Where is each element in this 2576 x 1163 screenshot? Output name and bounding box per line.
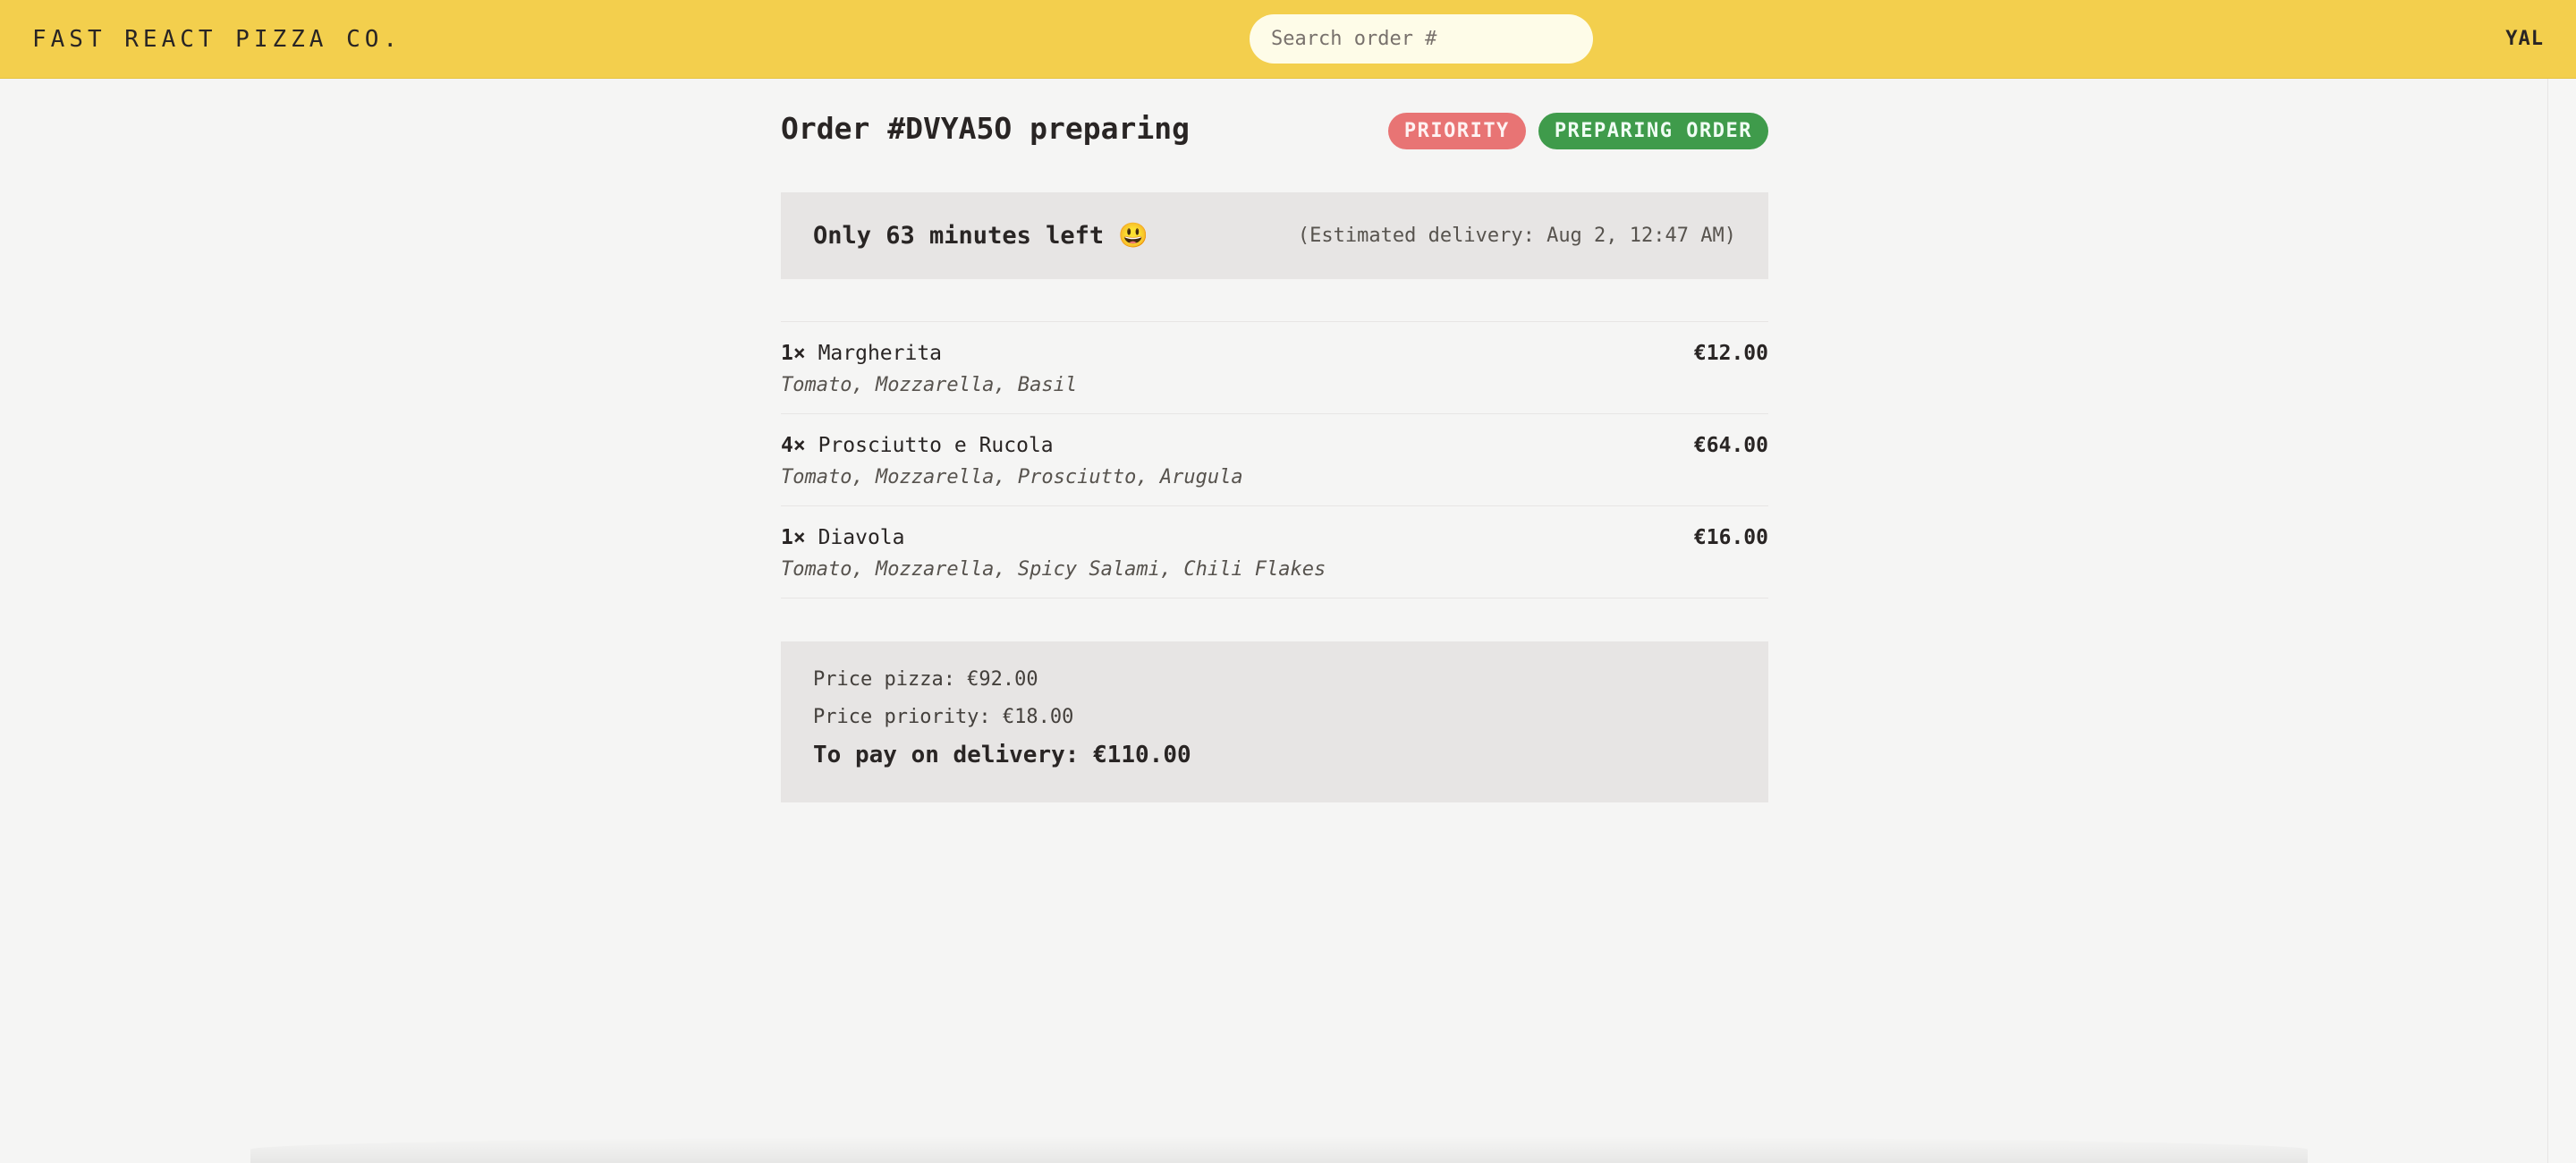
search-order-input[interactable]	[1250, 14, 1593, 64]
order-items-list: 1× Margherita €12.00 Tomato, Mozzarella,…	[781, 321, 1768, 598]
priority-badge: PRIORITY	[1387, 113, 1526, 149]
username: YAL	[2505, 28, 2544, 50]
item-quantity: 1×	[781, 342, 806, 365]
item-price: €64.00	[1693, 434, 1768, 457]
price-summary-panel: Price pizza: €92.00 Price priority: €18.…	[781, 641, 1768, 802]
status-badge: PREPARING ORDER	[1538, 113, 1768, 149]
app-logo-link[interactable]: FAST REACT PIZZA CO.	[32, 0, 402, 79]
price-pizza: Price pizza: €92.00	[813, 668, 1038, 691]
total-to-pay: To pay on delivery: €110.00	[813, 742, 1191, 768]
delivery-eta-panel: Only 63 minutes left 😃 (Estimated delive…	[781, 192, 1768, 279]
minutes-left-text: Only 63 minutes left 😃	[813, 222, 1148, 250]
app-header: FAST REACT PIZZA CO. YAL	[0, 0, 2576, 79]
bottom-shadow	[250, 1136, 2308, 1163]
order-badges: PRIORITY PREPARING ORDER	[1387, 113, 1768, 149]
estimated-delivery-text: (Estimated delivery: Aug 2, 12:47 AM)	[1297, 225, 1736, 247]
item-quantity: 4×	[781, 434, 806, 457]
item-ingredients: Tomato, Mozzarella, Spicy Salami, Chili …	[781, 558, 1326, 581]
item-name: Margherita	[818, 342, 943, 365]
item-price: €16.00	[1693, 526, 1768, 549]
order-item: 1× Diavola €16.00 Tomato, Mozzarella, Sp…	[781, 506, 1768, 598]
item-quantity: 1×	[781, 526, 806, 549]
order-item: 4× Prosciutto e Rucola €64.00 Tomato, Mo…	[781, 414, 1768, 506]
order-page: Order #DVYA5O preparing PRIORITY PREPARI…	[781, 79, 1768, 802]
order-item: 1× Margherita €12.00 Tomato, Mozzarella,…	[781, 322, 1768, 414]
order-header: Order #DVYA5O preparing PRIORITY PREPARI…	[781, 79, 1768, 184]
item-name: Diavola	[818, 526, 905, 549]
item-ingredients: Tomato, Mozzarella, Basil	[781, 374, 1078, 396]
scrollbar-track[interactable]	[2547, 79, 2576, 1163]
order-title: Order #DVYA5O preparing	[781, 111, 1190, 146]
item-name: Prosciutto e Rucola	[818, 434, 1054, 457]
item-ingredients: Tomato, Mozzarella, Prosciutto, Arugula	[781, 466, 1243, 488]
item-price: €12.00	[1693, 342, 1768, 365]
price-priority: Price priority: €18.00	[813, 706, 1074, 728]
